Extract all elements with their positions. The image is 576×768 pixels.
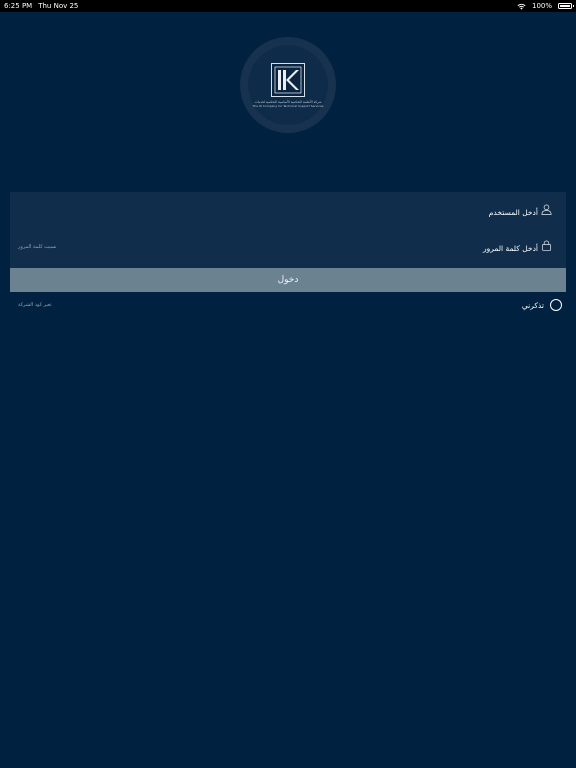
username-row: أدخل المستخدم [10, 202, 566, 226]
remember-me-radio[interactable] [550, 299, 562, 311]
logo-inner: شركة الأنظمة التحكمية الأساسية التحكمية … [248, 45, 328, 125]
status-right: 100% [517, 2, 574, 10]
remember-me-toggle[interactable]: تذكرني [522, 298, 562, 312]
ik-logo-icon [271, 62, 305, 97]
status-left: 6:25 PM Thu Nov 25 [4, 2, 78, 10]
password-input[interactable] [10, 238, 484, 262]
user-icon [541, 204, 552, 215]
lock-icon [541, 240, 552, 251]
status-date: Thu Nov 25 [38, 2, 79, 10]
status-time: 6:25 PM [4, 2, 33, 10]
logo-english-text: The IK Company for Technical Support Ser… [252, 103, 324, 108]
company-logo: شركة الأنظمة التحكمية الأساسية التحكمية … [240, 37, 336, 133]
battery-fill [560, 5, 570, 7]
remember-me-label: تذكرني [521, 300, 544, 310]
password-row: أدخل كلمة المرور [10, 238, 566, 262]
battery-percent: 100% [531, 2, 552, 10]
password-label: أدخل كلمة المرور [482, 244, 538, 253]
username-label: أدخل المستخدم [488, 208, 538, 217]
change-company-code-link[interactable]: تغير كود الشركة [18, 302, 52, 308]
battery-icon [558, 3, 574, 9]
login-button[interactable]: دخول [10, 268, 566, 292]
login-form-panel: أدخل المستخدم أدخل كلمة المرور نسيت كلمة… [10, 192, 566, 268]
status-bar: 6:25 PM Thu Nov 25 100% [0, 0, 576, 12]
username-input[interactable] [10, 202, 484, 226]
wifi-icon [517, 3, 526, 10]
forgot-password-link[interactable]: نسيت كلمة المرور [18, 244, 56, 250]
